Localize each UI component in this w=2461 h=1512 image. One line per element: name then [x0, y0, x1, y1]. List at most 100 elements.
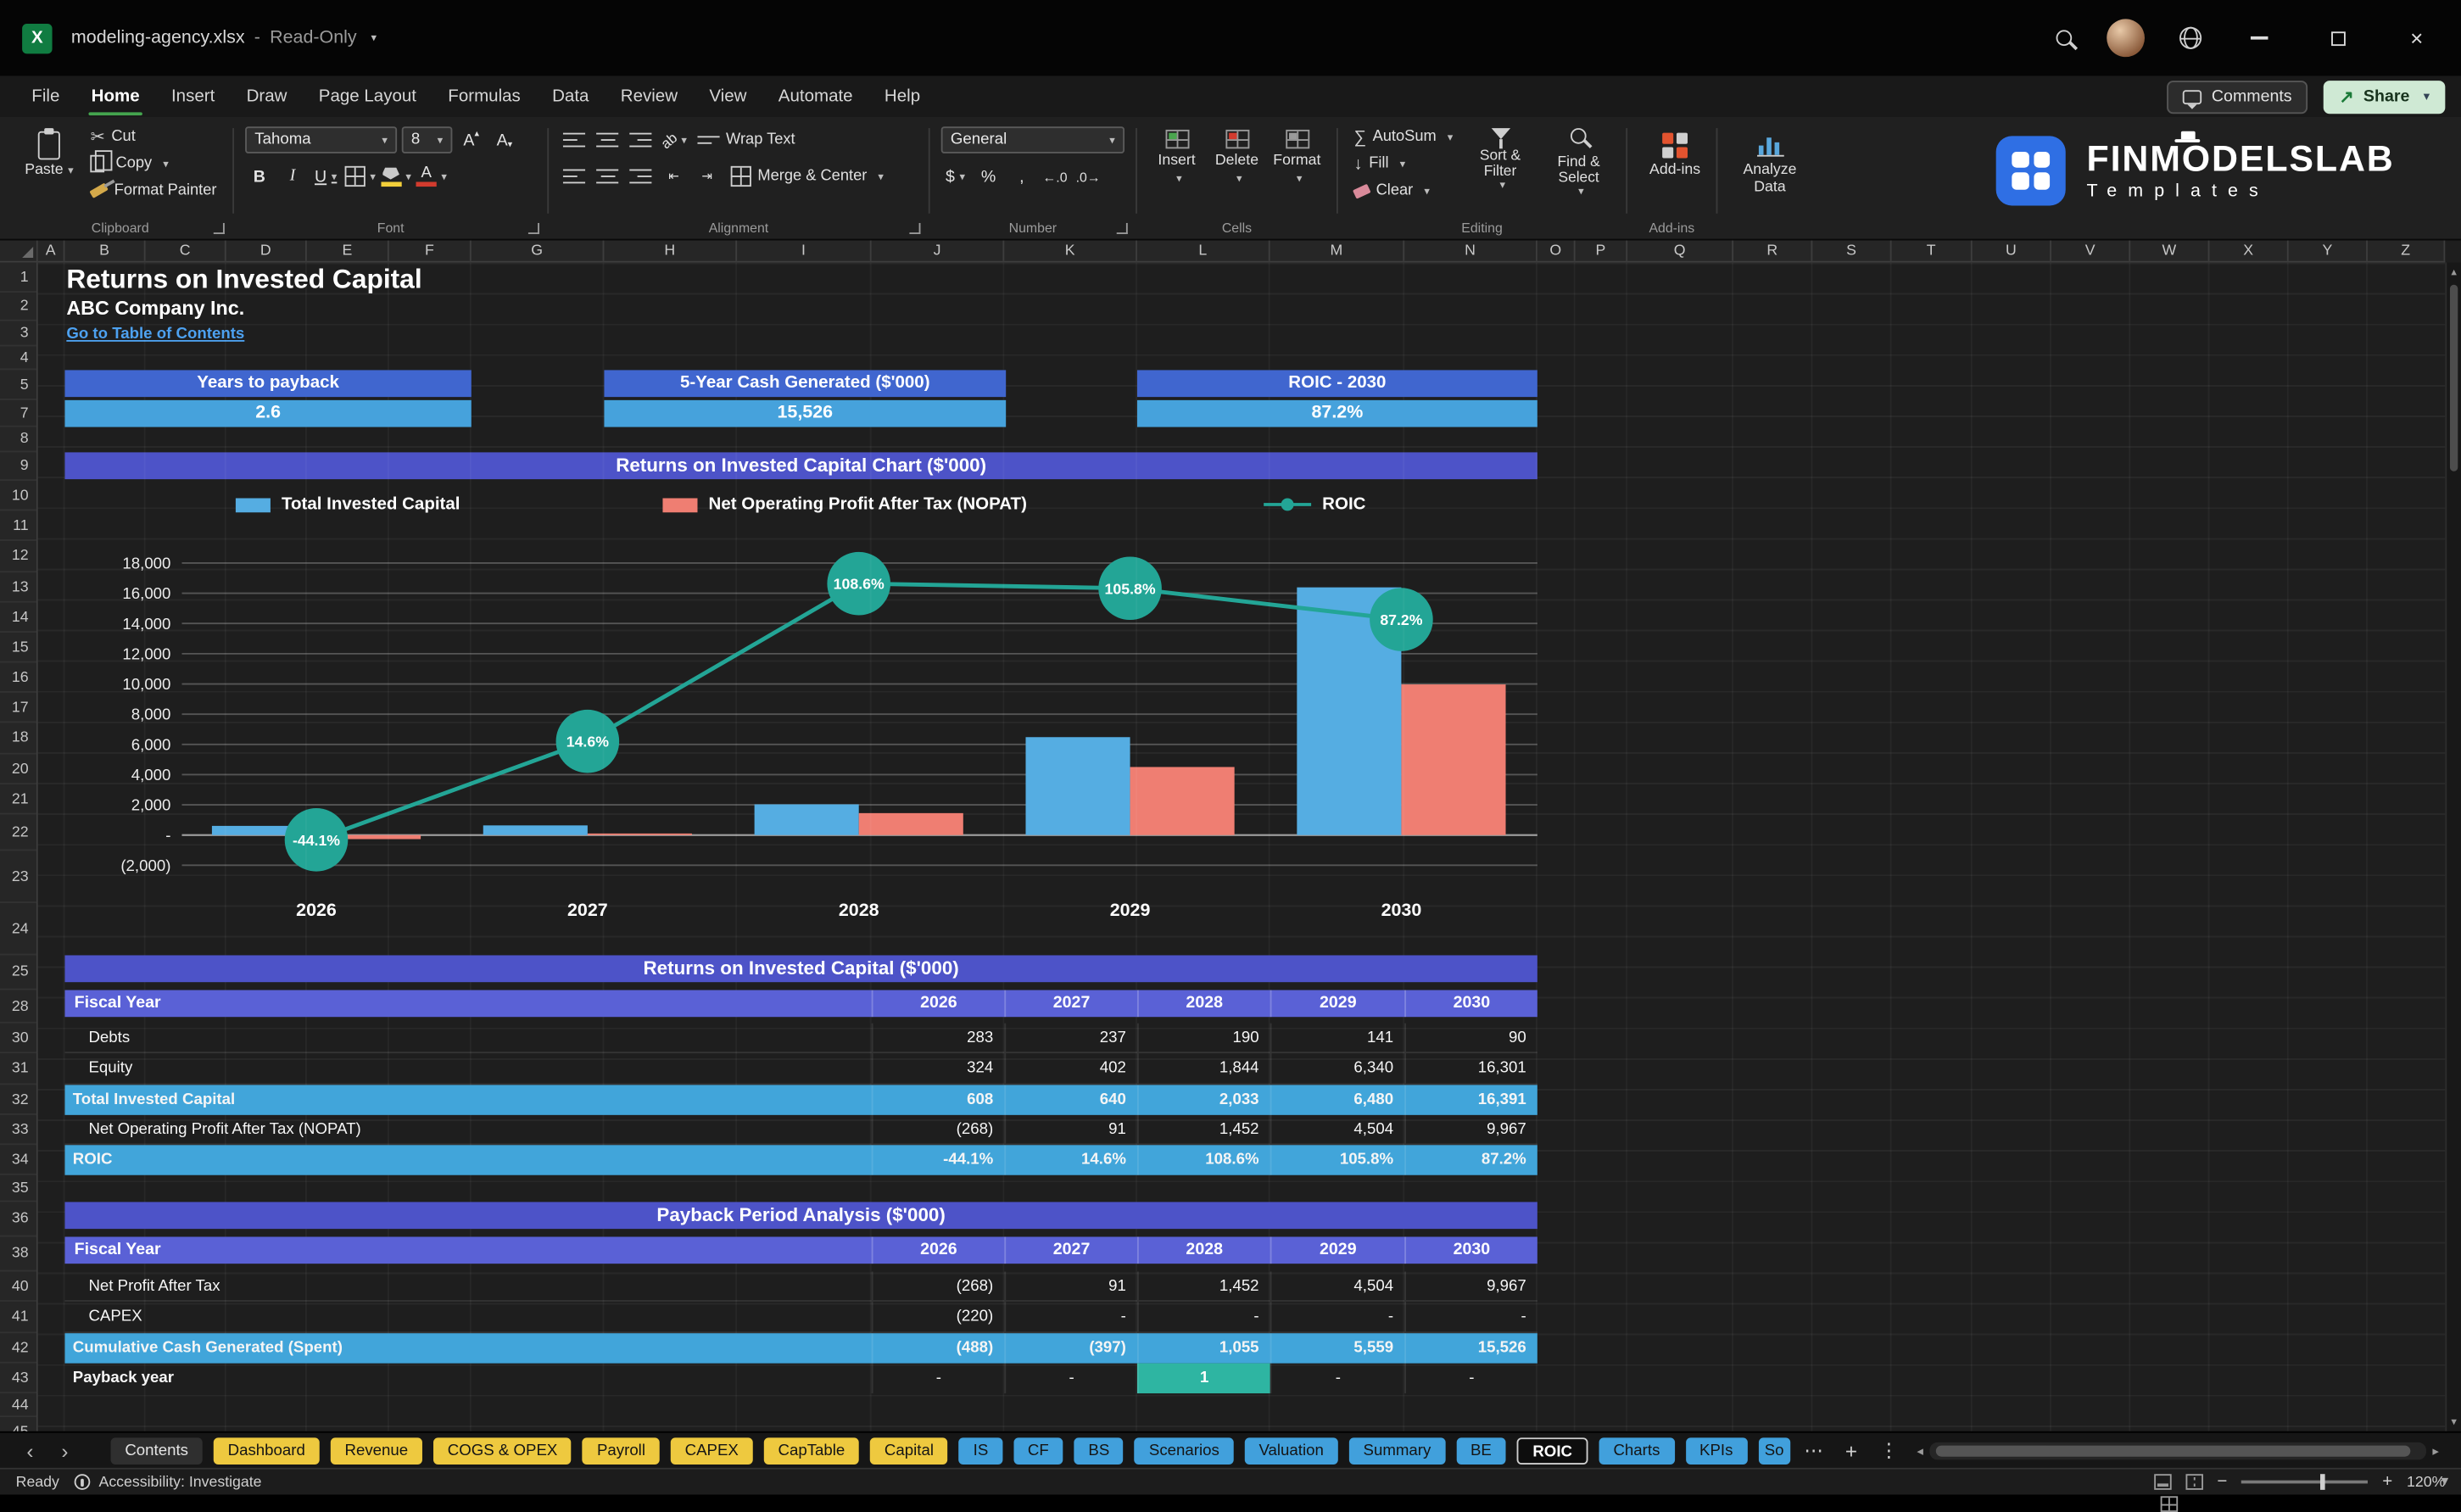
row-header-25[interactable]: 25 — [0, 955, 36, 990]
sheet-tab-so[interactable]: So — [1758, 1437, 1790, 1465]
cell[interactable]: 608 — [871, 1084, 1005, 1115]
fill-button[interactable]: ↓ Fill ▾ — [1349, 150, 1458, 177]
cell[interactable]: 16,301 — [1404, 1053, 1537, 1083]
cell[interactable]: 9,967 — [1404, 1114, 1537, 1144]
orientation-button[interactable]: ab ▾ — [657, 126, 689, 153]
cell[interactable]: 402 — [1004, 1053, 1137, 1083]
cell[interactable]: 640 — [1004, 1084, 1137, 1115]
year-header[interactable]: 2028 — [1136, 990, 1270, 1018]
cell[interactable]: - — [1270, 1302, 1405, 1331]
increase-font-button[interactable]: A ▴ — [457, 126, 486, 153]
zoom-in-button[interactable]: + — [2382, 1472, 2392, 1491]
sort-filter-button[interactable]: Sort & Filter ▾ — [1464, 123, 1536, 218]
column-header-A[interactable]: A — [38, 240, 65, 261]
year-header[interactable]: 2027 — [1004, 990, 1137, 1018]
year-header[interactable]: 2026 — [871, 1236, 1005, 1264]
column-header-G[interactable]: G — [472, 240, 605, 261]
decrease-decimal-button[interactable]: .0→ — [1074, 163, 1102, 190]
sheet-tab-capex[interactable]: CAPEX — [670, 1437, 753, 1465]
column-header-L[interactable]: L — [1137, 240, 1270, 261]
cell[interactable]: 5,559 — [1270, 1332, 1405, 1364]
cell[interactable]: 108.6% — [1136, 1145, 1270, 1176]
ribbon-tab-formulas[interactable]: Formulas — [432, 76, 537, 117]
zoom-out-button[interactable]: − — [2217, 1472, 2227, 1491]
row-header-35[interactable]: 35 — [0, 1175, 36, 1202]
align-top-button[interactable] — [560, 126, 589, 153]
kpi-value[interactable]: 2.6 — [64, 399, 472, 427]
column-header-X[interactable]: X — [2209, 240, 2289, 261]
cell[interactable]: -44.1% — [871, 1145, 1005, 1176]
zoom-slider[interactable] — [2241, 1474, 2369, 1490]
cell[interactable]: 141 — [1270, 1023, 1405, 1052]
year-header[interactable]: 2029 — [1270, 990, 1405, 1018]
cell[interactable]: 1,844 — [1136, 1053, 1270, 1083]
sheet-tab-be[interactable]: BE — [1456, 1437, 1506, 1465]
cell[interactable]: 4,504 — [1270, 1271, 1405, 1301]
column-header-S[interactable]: S — [1812, 240, 1892, 261]
year-header[interactable]: 2030 — [1404, 990, 1537, 1018]
sheet-tab-contents[interactable]: Contents — [110, 1437, 203, 1465]
cell[interactable]: 87.2% — [1404, 1145, 1537, 1176]
kpi-value[interactable]: 87.2% — [1136, 399, 1537, 427]
column-header-V[interactable]: V — [2051, 240, 2131, 261]
addins-button[interactable]: Add-ins — [1638, 123, 1711, 180]
year-header[interactable]: 2030 — [1404, 1236, 1537, 1264]
globe-icon[interactable] — [2179, 26, 2202, 49]
delete-cells-button[interactable]: Delete ▾ — [1208, 123, 1265, 218]
column-header-E[interactable]: E — [307, 240, 389, 261]
scroll-up-icon[interactable]: ▴ — [2447, 265, 2461, 278]
increase-decimal-button[interactable]: ←.0 — [1041, 163, 1069, 190]
column-header-K[interactable]: K — [1004, 240, 1137, 261]
column-header-W[interactable]: W — [2130, 240, 2210, 261]
page-layout-view-button[interactable] — [2153, 1474, 2172, 1490]
sheet-tab-cogs-opex[interactable]: COGS & OPEX — [432, 1437, 572, 1465]
ribbon-tab-draw[interactable]: Draw — [231, 76, 303, 117]
ribbon-tab-automate[interactable]: Automate — [762, 76, 868, 117]
row-header-16[interactable]: 16 — [0, 662, 36, 693]
avatar[interactable] — [2107, 19, 2145, 58]
clear-button[interactable]: Clear ▾ — [1349, 177, 1458, 204]
accounting-format-button[interactable]: $ ▾ — [941, 163, 970, 190]
cell[interactable]: 91 — [1004, 1271, 1137, 1301]
tab-scroll-left-icon[interactable]: ‹ — [13, 1438, 47, 1462]
cell[interactable]: 1,055 — [1136, 1332, 1270, 1364]
percent-style-button[interactable]: % — [974, 163, 1003, 190]
cell[interactable]: - — [1404, 1302, 1537, 1331]
comments-button[interactable]: Comments — [2167, 80, 2308, 114]
align-center-button[interactable] — [593, 163, 622, 190]
fill-color-button[interactable]: ▾ — [380, 163, 411, 190]
ribbon-tab-review[interactable]: Review — [605, 76, 694, 117]
column-header-J[interactable]: J — [872, 240, 1005, 261]
accessibility-status[interactable]: Accessibility: Investigate — [75, 1473, 262, 1491]
row-header-20[interactable]: 20 — [0, 755, 36, 785]
number-dialog-launcher[interactable] — [1116, 222, 1128, 235]
cut-button[interactable]: ✂ Cut — [86, 123, 221, 150]
italic-button[interactable]: I — [278, 163, 307, 190]
wrap-text-button[interactable]: Wrap Text — [693, 126, 800, 153]
column-header-D[interactable]: D — [226, 240, 307, 261]
cell[interactable]: 105.8% — [1270, 1145, 1405, 1176]
font-name-select[interactable]: Tahoma ▾ — [245, 126, 398, 153]
cell[interactable]: - — [1270, 1363, 1405, 1394]
column-header-O[interactable]: O — [1537, 240, 1576, 261]
copy-button[interactable]: Copy ▾ — [86, 150, 221, 177]
ribbon-tab-insert[interactable]: Insert — [155, 76, 231, 117]
cell[interactable]: (397) — [1004, 1332, 1137, 1364]
row-header-10[interactable]: 10 — [0, 481, 36, 511]
column-header-F[interactable]: F — [389, 240, 472, 261]
page-break-view-button[interactable] — [2185, 1474, 2203, 1490]
select-all-corner[interactable] — [0, 240, 38, 263]
column-header-Z[interactable]: Z — [2368, 240, 2446, 261]
cell[interactable]: 14.6% — [1004, 1145, 1137, 1176]
row-header-40[interactable]: 40 — [0, 1271, 36, 1302]
vertical-scrollbar[interactable]: ▴ ▾ — [2445, 262, 2461, 1431]
merge-center-button[interactable]: Merge & Center ▾ — [726, 163, 888, 190]
title-dropdown-icon[interactable]: ▾ — [371, 31, 377, 44]
horizontal-scrollbar-thumb[interactable] — [1935, 1445, 2411, 1457]
sheet-tab-bs[interactable]: BS — [1074, 1437, 1124, 1465]
column-header-H[interactable]: H — [604, 240, 738, 261]
cell[interactable]: - — [871, 1363, 1005, 1394]
cell[interactable]: (488) — [871, 1332, 1005, 1364]
cell[interactable]: 283 — [871, 1023, 1005, 1052]
row-header-12[interactable]: 12 — [0, 541, 36, 573]
